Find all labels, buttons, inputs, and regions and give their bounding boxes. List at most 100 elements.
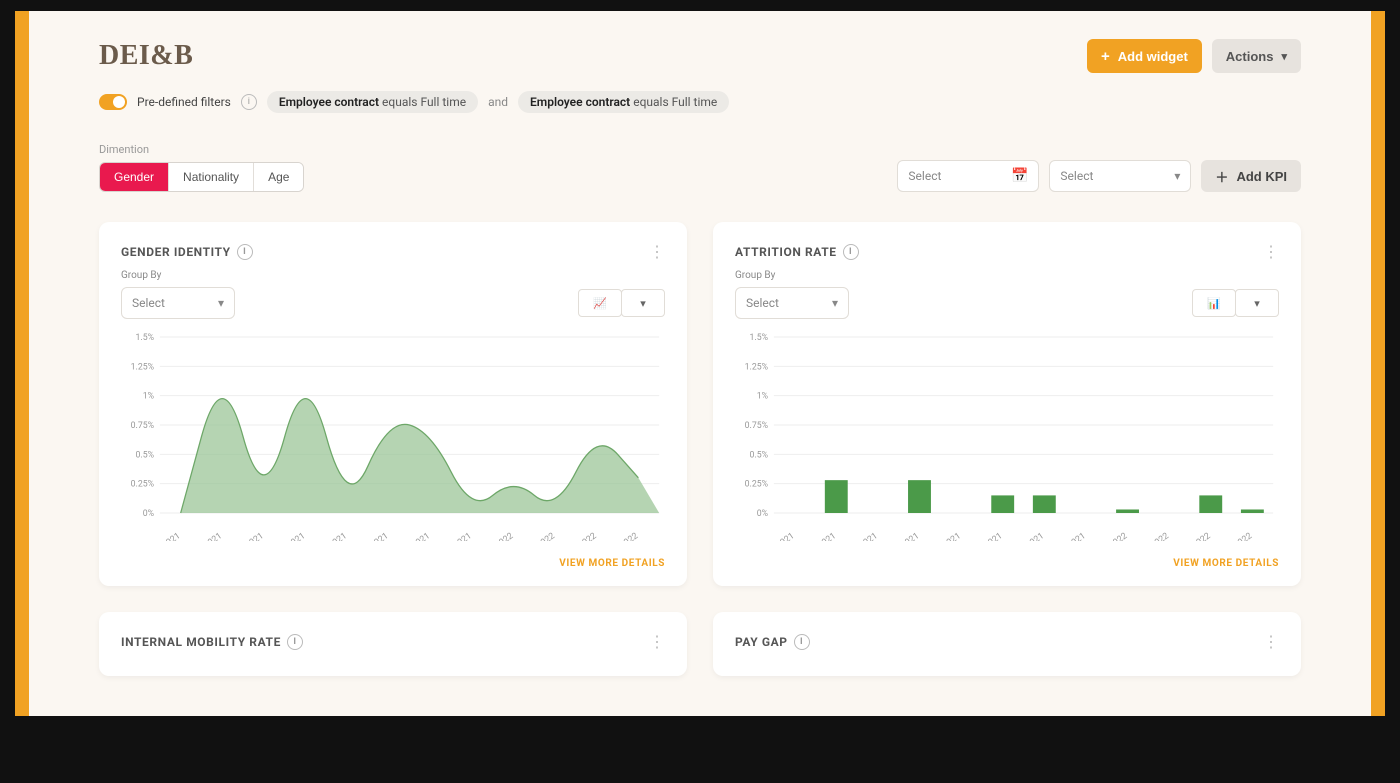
plus-icon: + — [1101, 49, 1110, 64]
svg-text:1%: 1% — [757, 392, 769, 402]
svg-text:1.25%: 1.25% — [745, 362, 769, 372]
card-title-text: GENDER IDENTITY — [121, 245, 231, 259]
add-widget-button[interactable]: + Add widget — [1087, 39, 1202, 73]
group-by-label: Group By — [735, 270, 1279, 281]
predefined-filters-toggle[interactable] — [99, 94, 127, 110]
card-title: ATTRITION RATE i — [735, 244, 859, 260]
actions-button[interactable]: Actions ▾ — [1212, 39, 1301, 73]
dimension-option-nationality[interactable]: Nationality — [168, 163, 253, 191]
svg-text:Feb 2022: Feb 2022 — [522, 531, 557, 541]
plus-icon: ＋ — [1215, 167, 1228, 186]
chevron-down-icon: ▾ — [218, 296, 224, 310]
card-attrition-rate: ATTRITION RATE i ⋮ Group By Select ▾ — [713, 222, 1301, 586]
add-kpi-label: Add KPI — [1236, 169, 1287, 184]
card-menu-button[interactable]: ⋮ — [1263, 634, 1279, 650]
svg-text:0.75%: 0.75% — [131, 421, 155, 431]
svg-text:Jun 2021: Jun 2021 — [803, 531, 838, 541]
card-controls: Select ▾ 📊 ▾ — [735, 287, 1279, 319]
info-icon[interactable]: i — [794, 634, 810, 650]
info-icon[interactable]: i — [241, 94, 257, 110]
group-by-select[interactable]: Select ▾ — [735, 287, 849, 319]
chip-field: Employee contract — [530, 95, 630, 109]
svg-text:May 2021: May 2021 — [759, 531, 796, 541]
svg-text:0%: 0% — [143, 509, 155, 519]
card-gender-identity: GENDER IDENTITY i ⋮ Group By Select ▾ — [99, 222, 687, 586]
view-more-link[interactable]: VIEW MORE DETAILS — [559, 558, 665, 569]
card-menu-button[interactable]: ⋮ — [649, 244, 665, 260]
chart-type-area-button[interactable]: 📈 — [578, 289, 622, 317]
calendar-icon: 📅 — [1011, 168, 1028, 184]
svg-text:1%: 1% — [143, 392, 155, 402]
svg-text:0.25%: 0.25% — [745, 480, 769, 490]
chevron-down-icon: ▾ — [832, 296, 838, 310]
chip-value: Full time — [672, 95, 718, 109]
svg-text:1.5%: 1.5% — [136, 333, 155, 343]
select-placeholder: Select — [1060, 169, 1093, 183]
svg-text:Dec 2021: Dec 2021 — [1052, 531, 1088, 541]
filter-chip[interactable]: Employee contract equals Full time — [267, 91, 478, 113]
svg-text:Oct 2021: Oct 2021 — [356, 531, 391, 541]
chevron-down-icon: ▾ — [1174, 169, 1180, 183]
info-icon[interactable]: i — [237, 244, 253, 260]
svg-text:0.25%: 0.25% — [131, 480, 155, 490]
card-pay-gap: PAY GAP i ⋮ — [713, 612, 1301, 676]
svg-text:Sep 2021: Sep 2021 — [927, 531, 963, 541]
svg-text:0.5%: 0.5% — [750, 450, 769, 460]
chart-type-picker: 📊 ▾ — [1192, 289, 1279, 317]
filter-and: and — [488, 95, 508, 109]
add-kpi-button[interactable]: ＋ Add KPI — [1201, 160, 1301, 192]
svg-text:Jun 2021: Jun 2021 — [189, 531, 224, 541]
svg-text:Oct 2021: Oct 2021 — [970, 531, 1005, 541]
dimension-segmented-control: Gender Nationality Age — [99, 162, 304, 192]
card-controls: Select ▾ 📈 ▾ — [121, 287, 665, 319]
group-by-select[interactable]: Select ▾ — [121, 287, 235, 319]
info-icon[interactable]: i — [843, 244, 859, 260]
svg-text:0.75%: 0.75% — [745, 421, 769, 431]
svg-text:Feb 2022: Feb 2022 — [1136, 531, 1171, 541]
chip-op: equals — [382, 95, 417, 109]
date-range-picker[interactable]: Select 📅 — [897, 160, 1039, 192]
card-title: INTERNAL MOBILITY RATE i — [121, 634, 303, 650]
card-menu-button[interactable]: ⋮ — [649, 634, 665, 650]
header-actions: + Add widget Actions ▾ — [1087, 39, 1301, 73]
card-title-text: ATTRITION RATE — [735, 245, 837, 259]
date-placeholder: Select — [908, 169, 941, 183]
svg-text:Dec 2021: Dec 2021 — [438, 531, 474, 541]
card-title-text: PAY GAP — [735, 635, 788, 649]
card-title: PAY GAP i — [735, 634, 810, 650]
filter-chip[interactable]: Employee contract equals Full time — [518, 91, 729, 113]
card-menu-button[interactable]: ⋮ — [1263, 244, 1279, 260]
right-controls: Select 📅 Select ▾ ＋ Add KPI — [897, 160, 1301, 192]
predefined-filters-label: Pre-defined filters — [137, 95, 231, 109]
dimension-option-age[interactable]: Age — [253, 163, 303, 191]
chart-type-bar-button[interactable]: 📊 — [1192, 289, 1236, 317]
svg-text:Sep 2021: Sep 2021 — [313, 531, 349, 541]
page-title: DEI&B — [99, 40, 193, 72]
card-internal-mobility: INTERNAL MOBILITY RATE i ⋮ — [99, 612, 687, 676]
dimension-option-gender[interactable]: Gender — [100, 163, 168, 191]
view-more-row: VIEW MORE DETAILS — [735, 555, 1279, 570]
svg-text:Mar 2022: Mar 2022 — [562, 531, 598, 541]
chevron-down-icon: ▾ — [1254, 297, 1260, 310]
card-header: ATTRITION RATE i ⋮ — [735, 244, 1279, 260]
svg-text:Aug 2021: Aug 2021 — [885, 531, 921, 541]
card-header: PAY GAP i ⋮ — [735, 634, 1279, 650]
view-more-link[interactable]: VIEW MORE DETAILS — [1173, 558, 1279, 569]
svg-text:0%: 0% — [757, 509, 769, 519]
chart-type-dropdown[interactable]: ▾ — [621, 289, 665, 317]
generic-select[interactable]: Select ▾ — [1049, 160, 1191, 192]
chart-type-picker: 📈 ▾ — [578, 289, 665, 317]
select-placeholder: Select — [132, 296, 165, 310]
svg-text:Jul 2021: Jul 2021 — [232, 531, 265, 541]
attrition-rate-chart: 0%0.25%0.5%0.75%1%1.25%1.5%May 2021Jun 2… — [735, 331, 1279, 541]
chart-type-dropdown[interactable]: ▾ — [1235, 289, 1279, 317]
bar-chart-icon: 📊 — [1207, 297, 1221, 310]
select-placeholder: Select — [746, 296, 779, 310]
svg-text:Nov 2021: Nov 2021 — [396, 531, 432, 541]
dimension-block: Dimention Gender Nationality Age — [99, 143, 304, 192]
card-title-text: INTERNAL MOBILITY RATE — [121, 635, 281, 649]
chip-op: equals — [633, 95, 668, 109]
chip-field: Employee contract — [279, 95, 379, 109]
info-icon[interactable]: i — [287, 634, 303, 650]
filter-bar: Pre-defined filters i Employee contract … — [99, 91, 1301, 113]
